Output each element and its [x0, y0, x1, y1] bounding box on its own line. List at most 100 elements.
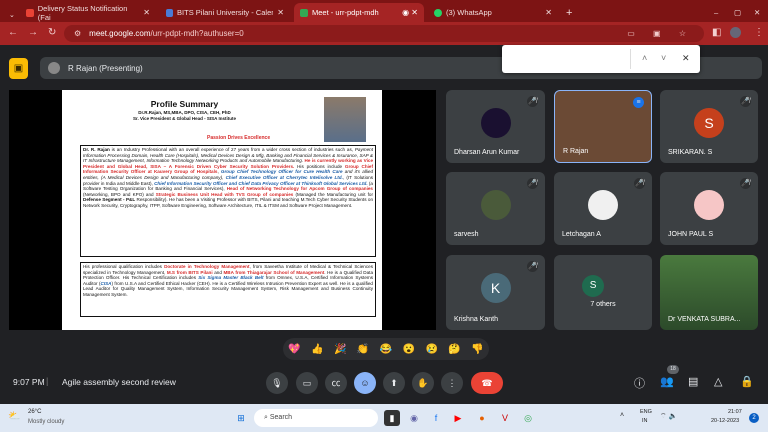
restore-button[interactable]: ▢: [728, 3, 747, 22]
presentation-icon[interactable]: ▣: [9, 58, 28, 79]
tab-gmail[interactable]: Delivery Status Notification (Fai ✕: [20, 3, 156, 22]
profile-avatar[interactable]: [730, 27, 741, 38]
leave-call-button[interactable]: ☎: [471, 372, 503, 394]
side-panel-icon[interactable]: ◧: [712, 27, 721, 38]
reload-icon[interactable]: ↻: [48, 27, 56, 38]
participant-tile[interactable]: K 🎤̸ Krishna Kanth: [446, 255, 545, 330]
microphone-button[interactable]: 🎙: [266, 372, 288, 394]
firefox-icon[interactable]: ●: [474, 410, 490, 426]
slide-text-segment: Six Sigma Master Black Belt: [198, 275, 264, 281]
meeting-info-icon[interactable]: ⓘ: [634, 375, 645, 391]
participant-tile[interactable]: S 7 others: [554, 255, 652, 330]
participant-tile[interactable]: 🎤̸ Dharsan Arun Kumar: [446, 90, 545, 163]
taskbar-search[interactable]: ⌕ Search: [254, 409, 378, 427]
youtube-icon[interactable]: ▶: [450, 410, 466, 426]
emoji-reactions-button[interactable]: ☺: [354, 372, 376, 394]
close-tab-icon[interactable]: ◉ ✕: [402, 8, 418, 17]
start-icon[interactable]: ⊞: [233, 410, 249, 426]
camera-button[interactable]: ▭: [296, 372, 318, 394]
tab-title: Delivery Status Notification (Fai: [37, 3, 128, 22]
slide-text-segment: Defense Segment - P&L: [83, 197, 136, 203]
muted-mic-icon: 🎤̸: [740, 96, 751, 107]
url-input[interactable]: ⚙ meet.google.com/urr-pdpt-mdh?authuser=0…: [64, 25, 704, 42]
present-screen-button[interactable]: ⬆: [383, 372, 405, 394]
slide-text-segment: His professional qualification includes: [83, 264, 165, 269]
participant-name: 7 others: [590, 301, 616, 308]
reaction-button[interactable]: 😮: [403, 344, 415, 355]
participant-avatar: [480, 108, 511, 138]
new-tab-button[interactable]: +: [560, 3, 578, 22]
minimize-button[interactable]: –: [708, 3, 724, 22]
weather-icon[interactable]: ⛅: [8, 411, 20, 422]
participant-tile[interactable]: S 🎤̸ SRIKARAN. S: [660, 90, 758, 163]
participant-name: sarvesh: [454, 231, 479, 238]
captions-button[interactable]: ㏄: [325, 372, 347, 394]
close-tab-icon[interactable]: ✕: [143, 8, 150, 17]
find-next-button[interactable]: ˅: [661, 53, 666, 63]
file-explorer-icon[interactable]: ▮: [384, 410, 400, 426]
reaction-button[interactable]: 👍: [311, 344, 323, 355]
bookmark-star-icon[interactable]: ▭ ▣ ☆: [627, 29, 694, 38]
slide-paragraph-2: His professional qualification includes …: [83, 264, 373, 298]
participant-tile[interactable]: 🎤̸ sarvesh: [446, 172, 545, 245]
close-window-button[interactable]: ✕: [748, 3, 766, 22]
clock[interactable]: 21:07: [728, 409, 742, 415]
participant-name: JOHN PAUL S: [668, 231, 714, 238]
address-bar-row: ← → ↻ ⚙ meet.google.com/urr-pdpt-mdh?auth…: [0, 22, 768, 45]
chat-icon[interactable]: ▤: [688, 375, 698, 388]
participant-avatar: S: [582, 275, 605, 297]
people-icon[interactable]: 👥: [660, 375, 674, 388]
participant-tile[interactable]: 🎤̸ JOHN PAUL S: [660, 172, 758, 245]
activities-icon[interactable]: △: [714, 375, 722, 388]
forward-icon[interactable]: →: [28, 27, 38, 38]
tray-overflow-icon[interactable]: ˄: [620, 412, 624, 419]
participant-name: Letchagan A: [562, 231, 601, 238]
participant-tile[interactable]: Dr VENKATA SUBRA...: [660, 255, 758, 330]
slide-text-segment: M.S from BITS Pilani: [166, 269, 213, 275]
more-options-button[interactable]: ⋮: [441, 372, 463, 394]
participant-name: SRIKARAN. S: [668, 149, 713, 156]
raise-hand-button[interactable]: ✋: [412, 372, 434, 394]
find-close-button[interactable]: ✕: [682, 53, 690, 64]
reaction-button[interactable]: 😂: [380, 344, 392, 355]
back-icon[interactable]: ←: [8, 27, 18, 38]
close-tab-icon[interactable]: ✕: [277, 8, 284, 17]
vivaldi-icon[interactable]: V: [497, 410, 513, 426]
muted-mic-icon: 🎤̸: [634, 178, 645, 189]
notification-badge[interactable]: 2: [749, 413, 759, 423]
participant-tile[interactable]: ≡ R Rajan: [554, 90, 652, 163]
participant-tile[interactable]: 🎤̸ Letchagan A: [554, 172, 652, 245]
network-volume-icon[interactable]: ⌔ 🔈: [660, 412, 677, 421]
reaction-button[interactable]: 🎉: [334, 344, 346, 355]
participant-name: Dr VENKATA SUBRA...: [668, 316, 741, 323]
host-controls-icon[interactable]: 🔒: [740, 375, 754, 388]
reaction-button[interactable]: 🤔: [448, 344, 460, 355]
close-tab-icon[interactable]: ✕: [545, 8, 552, 17]
participant-avatar: [480, 190, 511, 220]
tab-bits-calendar[interactable]: BITS Pilani University - Calendar ✕: [160, 3, 290, 22]
facebook-icon[interactable]: f: [428, 410, 444, 426]
participant-name: R Rajan: [563, 148, 589, 155]
presenter-avatar: [48, 62, 60, 74]
find-previous-button[interactable]: ˄: [642, 53, 647, 63]
tab-title: BITS Pilani University - Calendar: [177, 8, 273, 17]
language-label[interactable]: ENG: [640, 409, 652, 415]
muted-mic-icon: 🎤̸: [527, 96, 538, 107]
tab-title: (3) WhatsApp: [446, 8, 492, 17]
teams-icon[interactable]: ◉: [406, 410, 422, 426]
weather-condition: Mostly cloudy: [28, 419, 65, 425]
speaking-indicator-icon: ≡: [633, 97, 644, 108]
reaction-button[interactable]: 💖: [288, 344, 300, 355]
tab-meet[interactable]: Meet - urr-pdpt-mdh ◉ ✕: [294, 3, 424, 22]
slide-text-segment: Strategic Business Unit Head with TVS Gr…: [155, 191, 294, 197]
menu-icon[interactable]: ⋮: [754, 27, 764, 38]
reaction-button[interactable]: 😢: [425, 344, 437, 355]
site-info-icon[interactable]: ⚙: [74, 29, 81, 38]
slide-subtitle-2: Sr. Vice President & Global Head - SISA …: [132, 116, 237, 121]
reaction-button[interactable]: 👎: [471, 344, 483, 355]
chrome-icon[interactable]: ◎: [520, 410, 536, 426]
reaction-button[interactable]: 👏: [357, 344, 369, 355]
tab-whatsapp[interactable]: (3) WhatsApp ✕: [428, 3, 558, 22]
date[interactable]: 20-12-2023: [711, 418, 739, 424]
whatsapp-icon: [434, 8, 442, 17]
